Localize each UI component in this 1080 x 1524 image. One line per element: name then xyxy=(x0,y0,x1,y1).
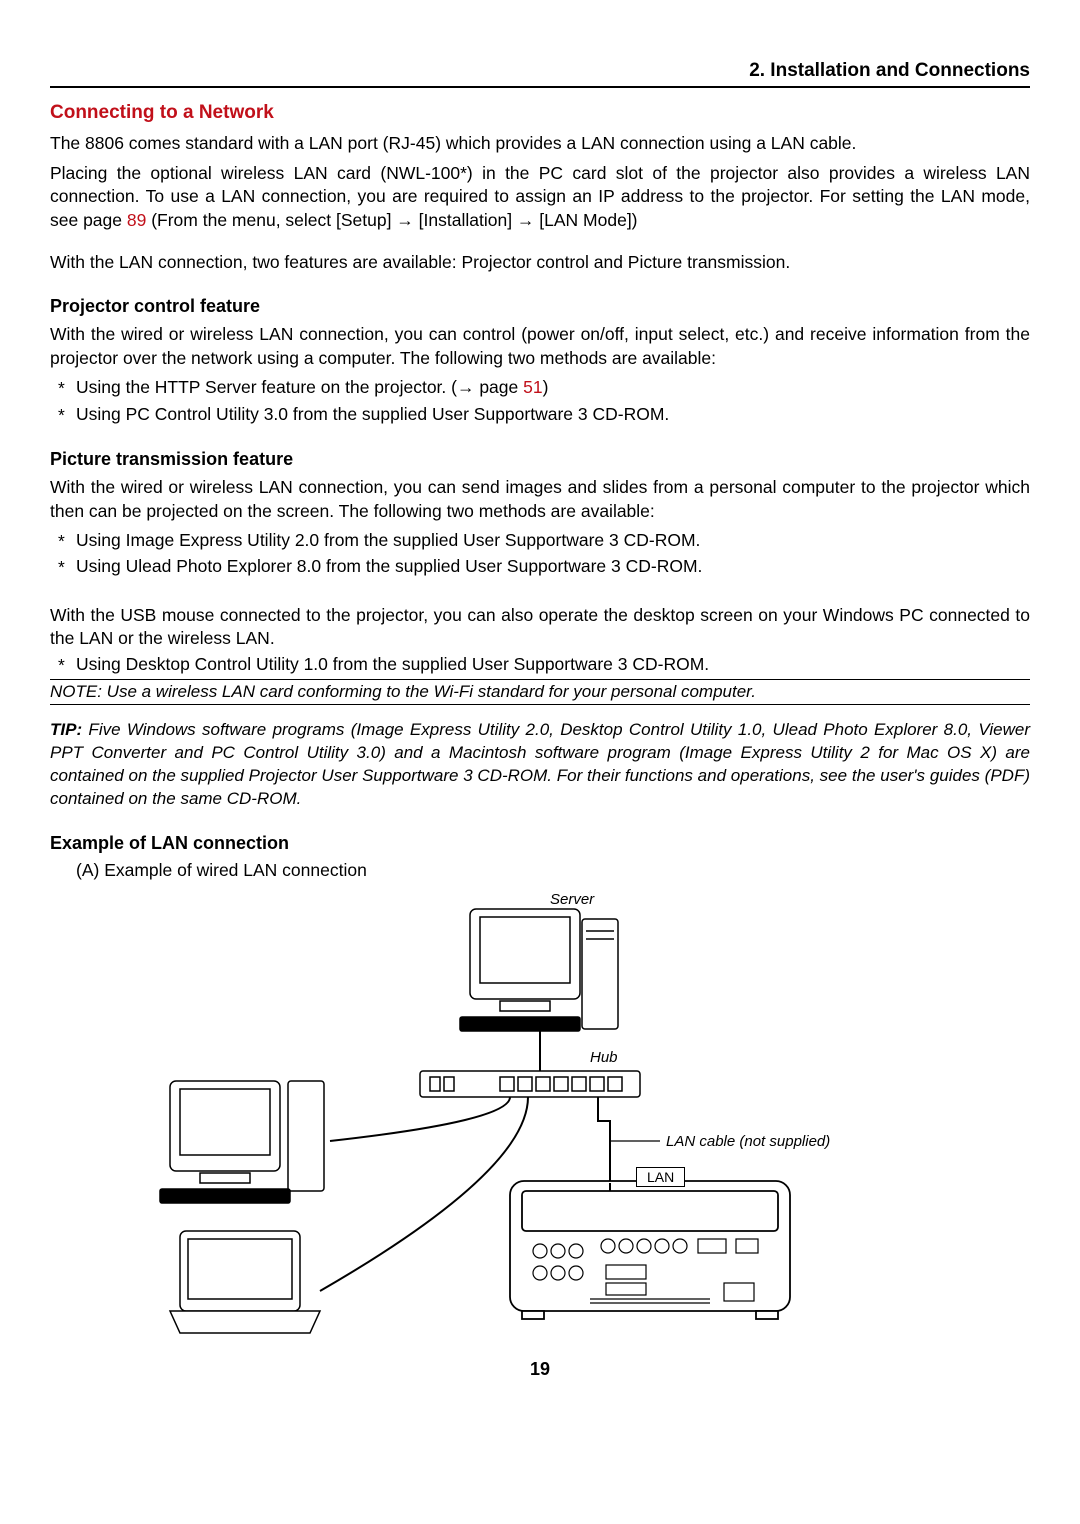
diagram-svg xyxy=(50,891,1030,1341)
projector-bullet-2: Using PC Control Utility 3.0 from the su… xyxy=(76,401,1030,427)
projector-b1b: ) xyxy=(543,377,549,397)
tip-text: Five Windows software programs (Image Ex… xyxy=(50,720,1030,808)
projector-text: With the wired or wireless LAN connectio… xyxy=(50,323,1030,370)
divider-bottom xyxy=(50,704,1030,705)
projector-list: Using the HTTP Server feature on the pro… xyxy=(50,374,1030,427)
picture-list: Using Image Express Utility 2.0 from the… xyxy=(50,527,1030,580)
diagram-label-server: Server xyxy=(550,891,594,908)
divider-top xyxy=(50,679,1030,680)
usb-text: With the USB mouse connected to the proj… xyxy=(50,604,1030,651)
tip-block: TIP: Five Windows software programs (Ima… xyxy=(50,719,1030,811)
intro-p1a: The 8806 comes standard with a LAN port … xyxy=(50,132,1030,156)
diagram-label-hub: Hub xyxy=(590,1049,618,1066)
page-link-89[interactable]: 89 xyxy=(127,210,146,230)
picture-text: With the wired or wireless LAN connectio… xyxy=(50,476,1030,523)
intro-block: The 8806 comes standard with a LAN port … xyxy=(50,132,1030,274)
picture-bullet-1: Using Image Express Utility 2.0 from the… xyxy=(76,527,1030,553)
usb-bullet-1: Using Desktop Control Utility 1.0 from t… xyxy=(76,651,1030,677)
projector-heading: Projector control feature xyxy=(50,296,1030,317)
intro-p1c: (From the menu, select [Setup] → [Instal… xyxy=(146,210,637,230)
diagram-label-lan: LAN xyxy=(636,1167,685,1187)
intro-p2: With the LAN connection, two features ar… xyxy=(50,251,1030,275)
example-heading: Example of LAN connection xyxy=(50,833,1030,854)
lan-diagram: Server Hub LAN cable (not supplied) LAN xyxy=(50,891,1030,1341)
picture-bullet-2: Using Ulead Photo Explorer 8.0 from the … xyxy=(76,553,1030,579)
note-text: NOTE: Use a wireless LAN card conforming… xyxy=(50,682,1030,702)
section-header: 2. Installation and Connections xyxy=(50,60,1030,88)
section-title: Connecting to a Network xyxy=(50,102,1030,124)
diagram-label-lan-cable: LAN cable (not supplied) xyxy=(666,1133,830,1150)
example-sub: (A) Example of wired LAN connection xyxy=(50,860,1030,881)
projector-bullet-1: Using the HTTP Server feature on the pro… xyxy=(76,374,1030,400)
projector-b1a: Using the HTTP Server feature on the pro… xyxy=(76,377,523,397)
intro-p1b: Placing the optional wireless LAN card (… xyxy=(50,162,1030,233)
picture-heading: Picture transmission feature xyxy=(50,449,1030,470)
usb-list: Using Desktop Control Utility 1.0 from t… xyxy=(50,651,1030,677)
page-number: 19 xyxy=(50,1359,1030,1380)
page-link-51[interactable]: 51 xyxy=(523,377,542,397)
tip-label: TIP: xyxy=(50,720,82,739)
